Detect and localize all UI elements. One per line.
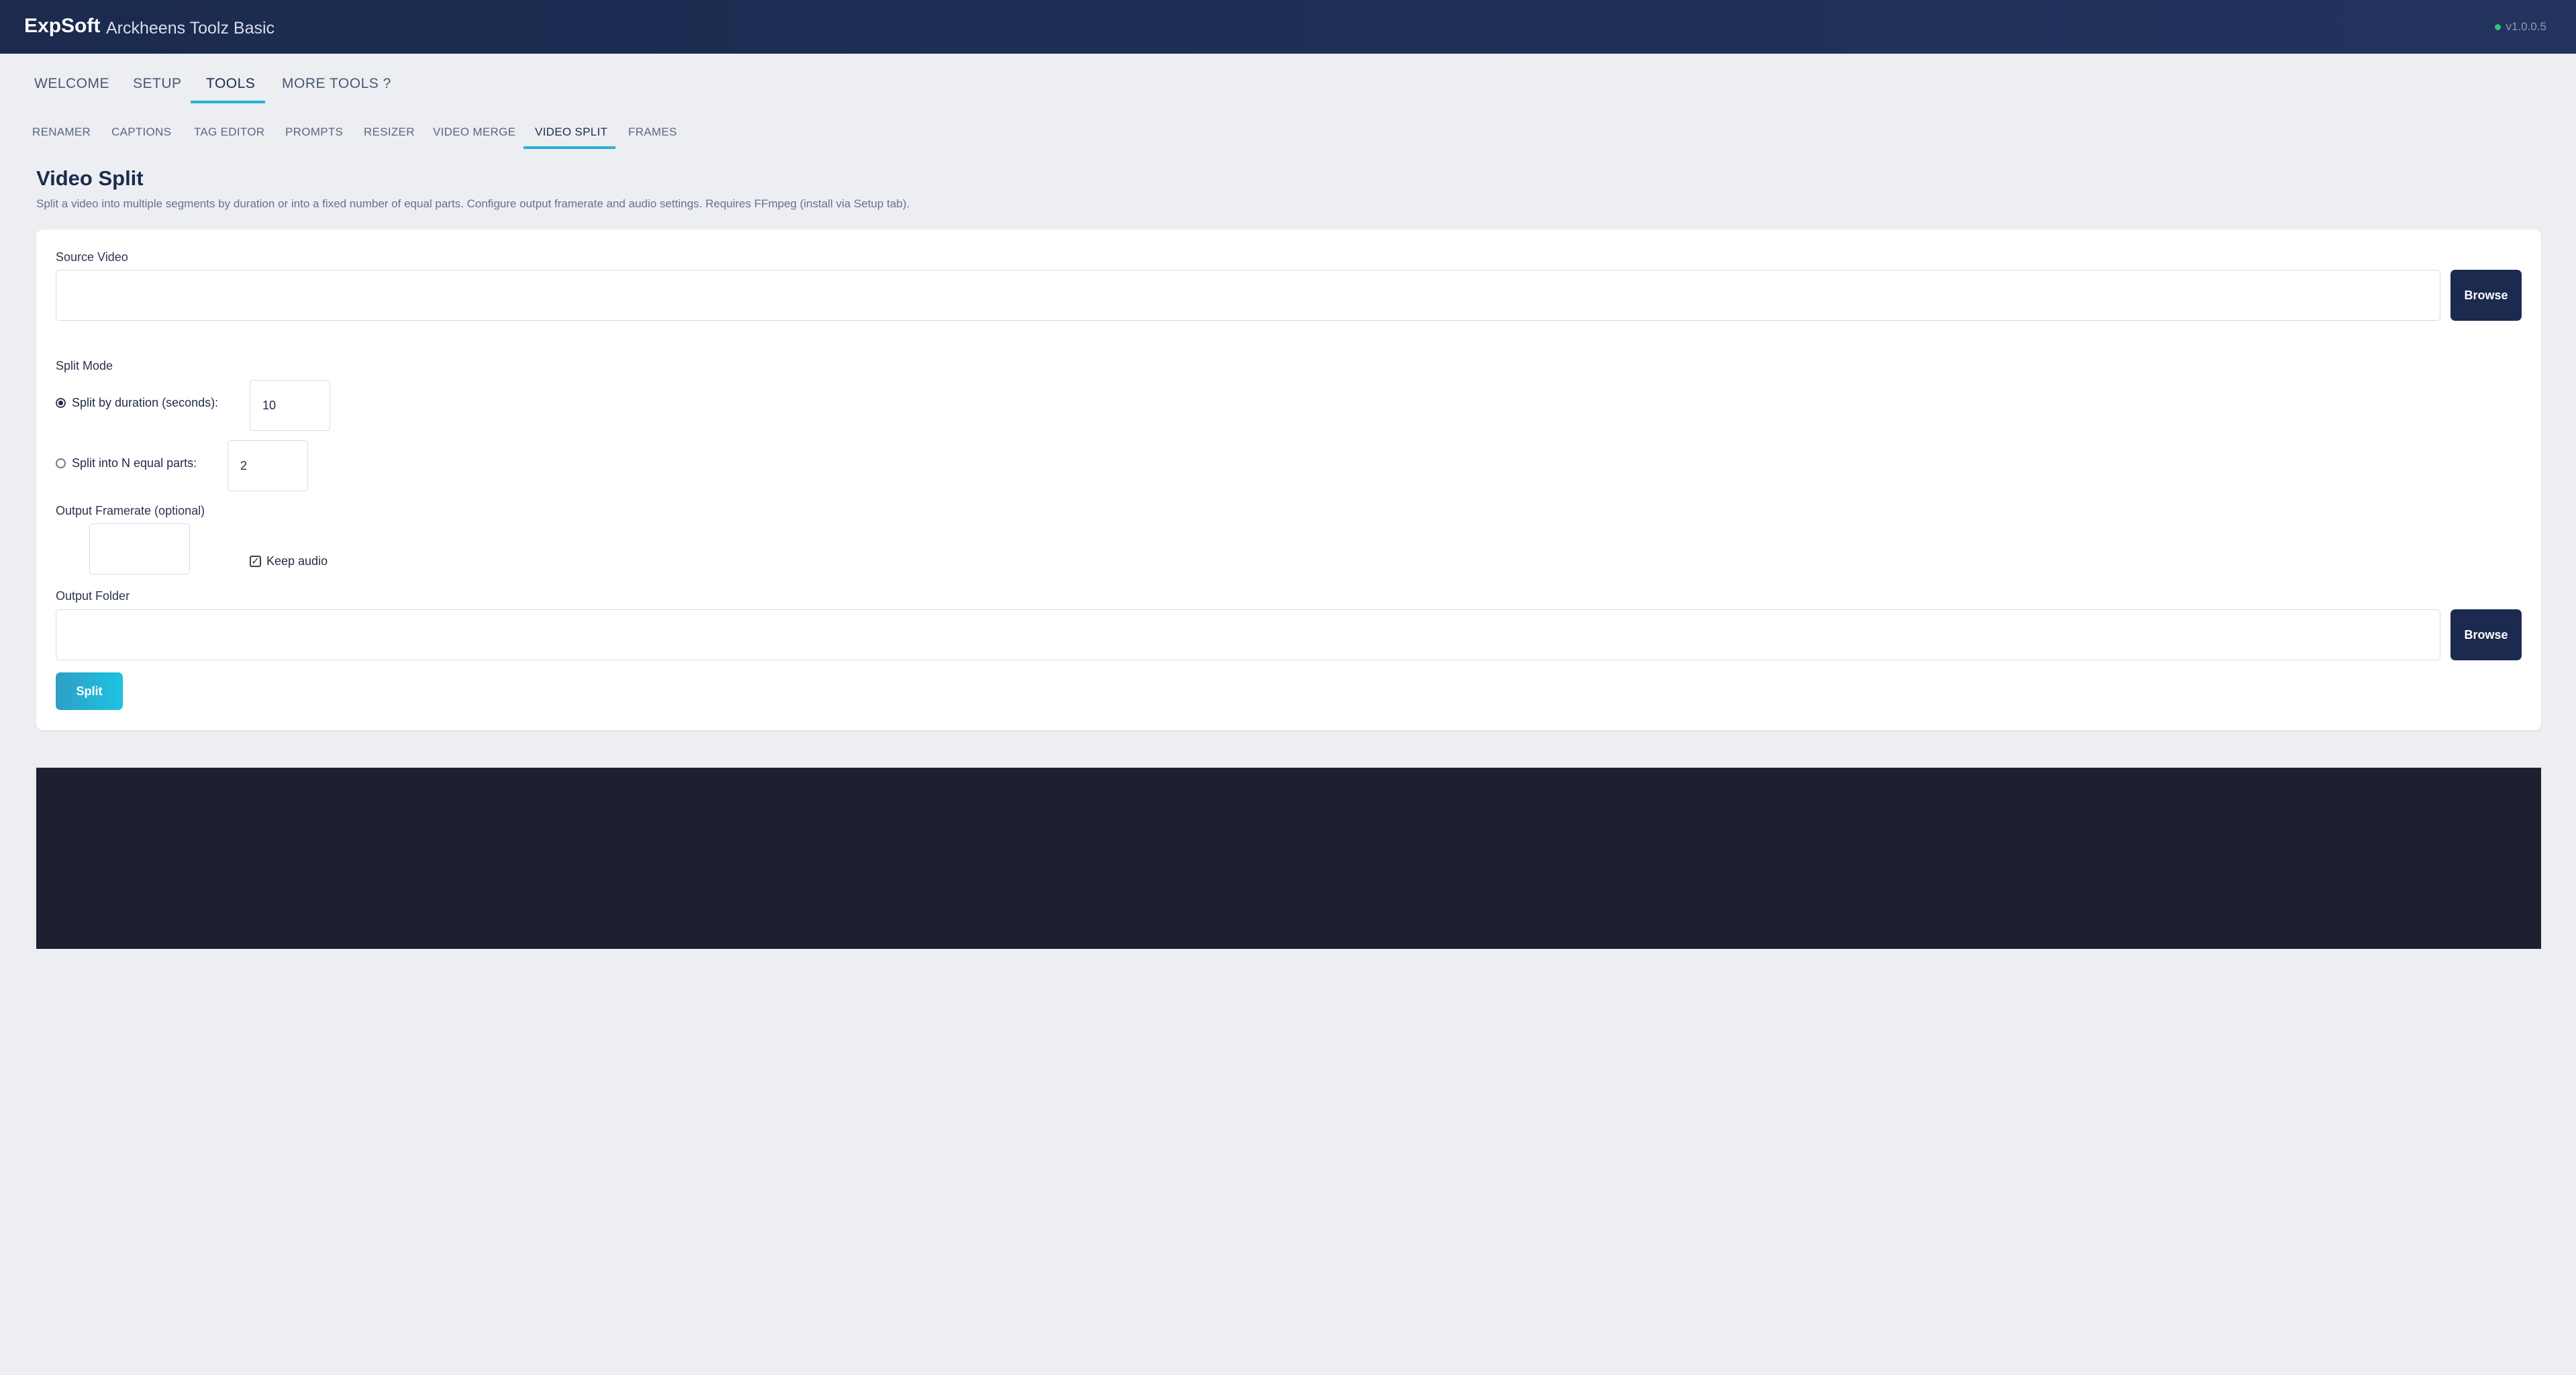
version-indicator: v1.0.0.5 [2494, 20, 2547, 34]
tab-welcome[interactable]: WELCOME [34, 76, 109, 92]
keep-audio-checkbox[interactable]: ✓ [250, 556, 261, 567]
subtab-video-split[interactable]: VIDEO SPLIT [535, 125, 607, 139]
page-title: Video Split [36, 166, 144, 190]
source-browse-button[interactable]: Browse [2450, 270, 2522, 321]
split-button[interactable]: Split [56, 672, 123, 710]
main-tabs: WELCOME SETUP TOOLS MORE TOOLS ? [0, 54, 2576, 103]
tab-setup[interactable]: SETUP [133, 76, 182, 92]
split-into-parts-radio[interactable] [56, 458, 66, 468]
output-folder-label: Output Folder [56, 589, 130, 603]
subtab-captions[interactable]: CAPTIONS [111, 125, 171, 139]
subtab-renamer[interactable]: RENAMER [32, 125, 91, 139]
subtab-tag-editor[interactable]: TAG EDITOR [194, 125, 264, 139]
log-panel [36, 768, 2541, 949]
keep-audio-option[interactable]: ✓ Keep audio [250, 554, 328, 568]
subtab-resizer[interactable]: RESIZER [364, 125, 415, 139]
subtab-prompts[interactable]: PROMPTS [285, 125, 343, 139]
app-title: Arckheens Toolz Basic [106, 19, 275, 38]
video-split-card: Source Video Browse Split Mode Split by … [36, 230, 2541, 730]
split-into-parts-option[interactable]: Split into N equal parts: [56, 456, 197, 470]
page-description: Split a video into multiple segments by … [36, 197, 910, 210]
output-browse-button[interactable]: Browse [2450, 609, 2522, 660]
source-video-label: Source Video [56, 250, 128, 264]
split-mode-label: Split Mode [56, 359, 113, 372]
output-folder-input[interactable] [56, 609, 2440, 660]
framerate-input[interactable] [89, 523, 190, 574]
version-label: v1.0.0.5 [2506, 20, 2547, 33]
active-tab-indicator [191, 101, 265, 103]
split-into-parts-label: Split into N equal parts: [72, 456, 197, 470]
parts-count-input[interactable] [228, 440, 308, 491]
tab-tools[interactable]: TOOLS [206, 76, 255, 92]
tab-more-tools[interactable]: MORE TOOLS ? [282, 76, 391, 92]
active-subtab-indicator [524, 146, 615, 149]
subtab-frames[interactable]: FRAMES [628, 125, 677, 139]
status-dot-icon [2494, 23, 2501, 30]
split-by-duration-label: Split by duration (seconds): [72, 396, 219, 409]
app-header: ExpSoft Arckheens Toolz Basic v1.0.0.5 [0, 0, 2576, 54]
keep-audio-label: Keep audio [266, 554, 328, 568]
source-video-input[interactable] [56, 270, 2440, 321]
framerate-label: Output Framerate (optional) [56, 504, 205, 517]
subtab-video-merge[interactable]: VIDEO MERGE [433, 125, 515, 139]
brand-logo: ExpSoft [24, 15, 101, 37]
split-by-duration-option[interactable]: Split by duration (seconds): [56, 396, 218, 410]
duration-seconds-input[interactable] [250, 380, 330, 431]
split-by-duration-radio[interactable] [56, 398, 66, 408]
